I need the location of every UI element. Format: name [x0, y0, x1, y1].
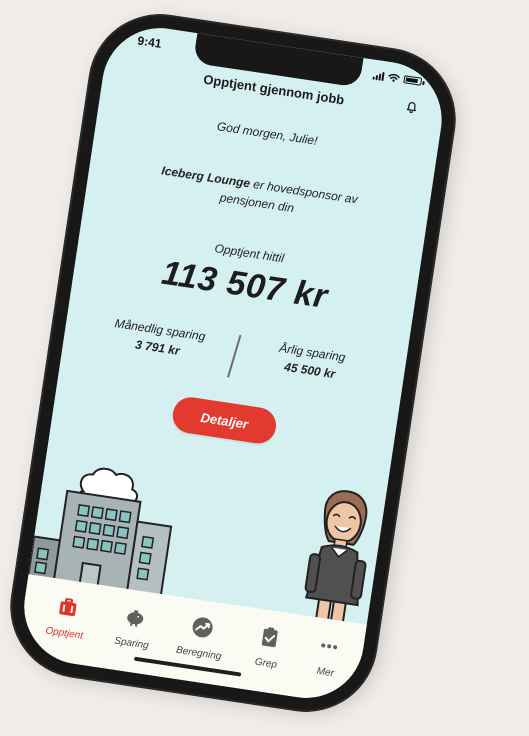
- briefcase-icon: [59, 598, 77, 617]
- battery-icon: [403, 75, 423, 86]
- wifi-icon: [388, 73, 400, 82]
- status-icons: [372, 70, 423, 87]
- signal-icon: [372, 70, 385, 82]
- details-button[interactable]: Detaljer: [170, 394, 279, 446]
- julie-avatar-illustration: [304, 490, 368, 625]
- tab-sparing[interactable]: Sparing: [99, 601, 169, 654]
- bell-icon[interactable]: [404, 99, 420, 115]
- more-dots-icon: [321, 643, 338, 650]
- tab-grep-label: Grep: [254, 656, 278, 671]
- sponsor-company: Iceberg Lounge: [160, 163, 252, 191]
- tab-beregning-label: Beregning: [175, 644, 223, 663]
- tab-mer[interactable]: Mer: [293, 630, 363, 683]
- savings-summary: Månedlig sparing 3 791 kr Årlig sparing …: [76, 306, 391, 407]
- tab-mer-label: Mer: [315, 665, 335, 680]
- summary-divider: [227, 334, 242, 378]
- sponsor-text: Iceberg Lounge er hovedsponsor av pensjo…: [130, 157, 387, 230]
- trend-chart-icon: [192, 617, 213, 638]
- tab-beregning[interactable]: Beregning: [166, 611, 236, 664]
- status-time: 9:41: [136, 33, 163, 51]
- tab-opptjent-label: Opptjent: [44, 625, 84, 642]
- page: 9:41 Opptjent gjennom jobb God morgen, J…: [0, 0, 529, 736]
- yearly-savings: Årlig sparing 45 500 kr: [249, 332, 373, 386]
- piggy-bank-icon: [127, 610, 144, 627]
- tab-opptjent[interactable]: Opptjent: [32, 591, 102, 644]
- monthly-savings: Månedlig sparing 3 791 kr: [97, 309, 221, 363]
- phone-frame: 9:41 Opptjent gjennom jobb God morgen, J…: [0, 4, 466, 722]
- clipboard-check-icon: [261, 627, 278, 648]
- tab-sparing-label: Sparing: [113, 635, 150, 652]
